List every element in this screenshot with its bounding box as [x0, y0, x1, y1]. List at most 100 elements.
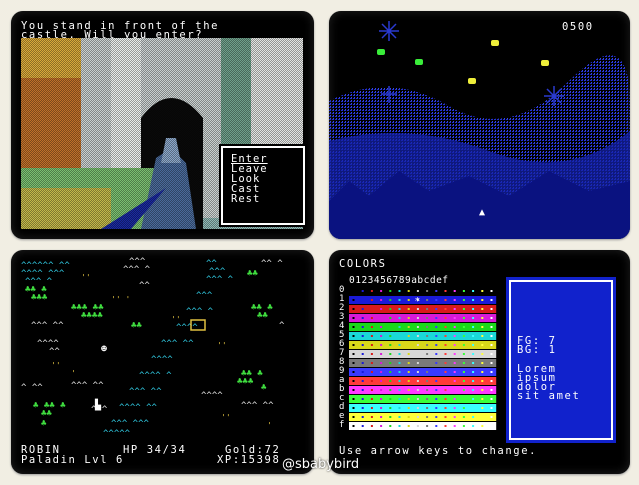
palette-dot	[481, 380, 484, 382]
palette-dot	[472, 362, 475, 364]
palette-dot	[389, 371, 392, 373]
palette-dot	[370, 335, 373, 337]
palette-dot	[352, 416, 355, 418]
palette-dot	[490, 380, 493, 382]
town-icon: ▙	[94, 398, 102, 411]
svg-text:^^^ ^^: ^^^ ^^	[71, 381, 104, 391]
palette-dot	[398, 344, 401, 346]
palette-dot	[453, 416, 456, 418]
palette-dot	[426, 362, 429, 364]
palette-dot	[416, 353, 419, 355]
palette-dot	[481, 398, 484, 400]
palette-dot	[352, 344, 355, 346]
palette-dot	[481, 389, 484, 391]
svg-text:'' ': '' '	[111, 295, 130, 304]
svg-text:^^^ ^^: ^^^ ^^	[129, 387, 162, 397]
palette-dot	[416, 398, 419, 400]
palette-dot	[398, 290, 401, 292]
palette-dot	[361, 380, 364, 382]
hint-text: Use arrow keys to change.	[339, 445, 538, 457]
palette-dot	[453, 353, 456, 355]
palette-dot	[472, 425, 475, 427]
svg-text:'': ''	[81, 273, 91, 282]
svg-text:^^^^^: ^^^^^	[103, 429, 131, 439]
palette-dot	[389, 353, 392, 355]
palette-dot	[389, 326, 392, 328]
palette-dot	[426, 335, 429, 337]
palette-dot	[462, 308, 465, 310]
palette-dot	[435, 389, 438, 391]
svg-text:^^^: ^^^	[196, 291, 213, 301]
svg-text:'': ''	[171, 315, 181, 324]
hex-header: 0123456789abcdef	[349, 275, 449, 286]
palette-dot	[370, 398, 373, 400]
palette-dot	[472, 299, 475, 301]
palette-dot	[472, 344, 475, 346]
palette-dot	[490, 371, 493, 373]
svg-text:'': ''	[217, 341, 227, 350]
palette-dot	[435, 344, 438, 346]
palette-dot	[426, 380, 429, 382]
svg-text:': '	[267, 421, 272, 430]
palette-dot	[352, 308, 355, 310]
palette-dot	[435, 362, 438, 364]
svg-text:♣: ♣	[261, 383, 267, 393]
palette-dot	[444, 290, 447, 292]
palette-dot	[389, 317, 392, 319]
svg-text:♣: ♣	[41, 419, 47, 429]
palette-dot	[444, 362, 447, 364]
palette-dot	[389, 407, 392, 409]
palette-dot	[472, 335, 475, 337]
color-preview-panel: FG: 7 BG: 1 Lorem ipsum dolor sit amet	[509, 280, 613, 440]
palette-dot	[398, 326, 401, 328]
palette-dot	[352, 389, 355, 391]
palette-dot	[361, 371, 364, 373]
palette-dot	[380, 407, 383, 409]
watermark: @sbabybird	[282, 457, 360, 472]
night-landscape	[329, 21, 630, 239]
palette-dot	[407, 344, 410, 346]
colors-title: COLORS	[339, 258, 387, 270]
palette-dot	[481, 353, 484, 355]
palette-dot	[462, 425, 465, 427]
svg-text:^^: ^^	[49, 347, 60, 357]
menu-item-rest[interactable]: Rest	[231, 194, 260, 205]
palette-dot	[370, 344, 373, 346]
palette-dot	[426, 299, 429, 301]
row-label: f	[339, 420, 347, 430]
svg-text:^^^^: ^^^^	[151, 355, 173, 365]
palette-dot	[416, 317, 419, 319]
palette-dot	[380, 308, 383, 310]
palette-dot	[472, 290, 475, 292]
palette-dot	[361, 407, 364, 409]
svg-text:'': ''	[51, 361, 61, 370]
palette-dot	[389, 335, 392, 337]
palette-dot	[352, 290, 355, 292]
palette-dot	[361, 425, 364, 427]
palette-dot	[398, 407, 401, 409]
palette-dot	[453, 335, 456, 337]
palette-dot	[435, 353, 438, 355]
color-palette-grid[interactable]: *	[349, 287, 497, 433]
palette-dot	[407, 290, 410, 292]
palette-dot	[472, 416, 475, 418]
palette-dot	[352, 425, 355, 427]
palette-dot	[435, 416, 438, 418]
palette-dot	[352, 326, 355, 328]
green-alien-icon	[415, 59, 423, 65]
palette-dot	[370, 299, 373, 301]
palette-dot	[444, 308, 447, 310]
palette-dot	[453, 389, 456, 391]
palette-dot	[481, 299, 484, 301]
svg-text:♣♣: ♣♣	[257, 311, 268, 321]
palette-dot	[435, 317, 438, 319]
palette-dot	[416, 389, 419, 391]
palette-dot	[453, 290, 456, 292]
palette-dot	[462, 326, 465, 328]
palette-dot	[407, 407, 410, 409]
palette-dot	[370, 362, 373, 364]
palette-dot	[370, 416, 373, 418]
adventure-screen: You stand in front of the castle. Will y…	[11, 11, 314, 239]
palette-dot	[426, 371, 429, 373]
svg-text:♣♣: ♣♣	[131, 321, 142, 331]
